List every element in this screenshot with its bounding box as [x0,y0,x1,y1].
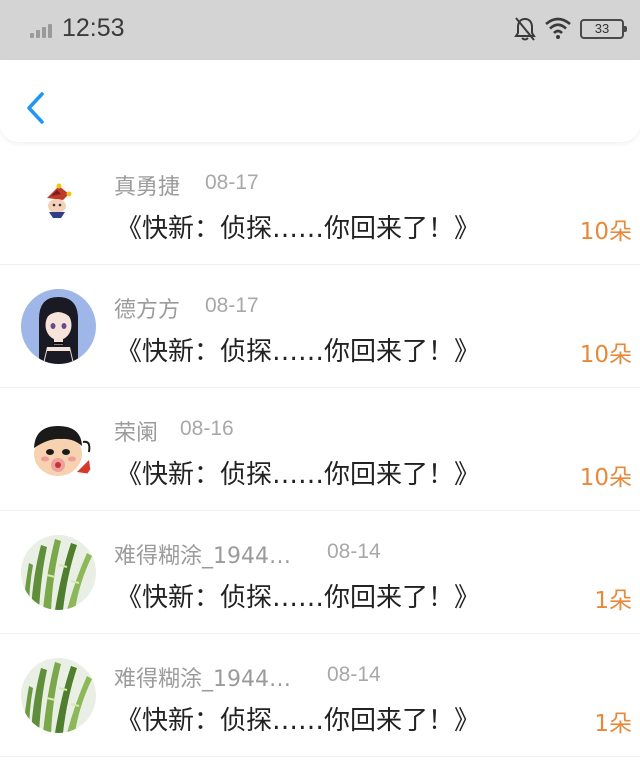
book-title: 《快新：侦探……你回来了！》 [116,460,481,490]
list-item[interactable]: 荣阑 08-16 《快新：侦探……你回来了！》 10朵 [0,388,640,511]
chevron-left-icon[interactable] [20,88,50,128]
sender-name: 难得糊涂_1944… [114,667,291,692]
sender-name: 真勇捷 [114,175,181,200]
send-date: 08-17 [205,294,259,317]
avatar[interactable] [21,289,96,364]
battery-icon: 33 [580,19,627,39]
send-date: 08-17 [205,171,259,194]
list-item[interactable]: 德方方 08-17 《快新：侦探……你回来了！》 10朵 [0,265,640,388]
avatar[interactable] [21,535,96,610]
sender-name: 荣阑 [114,421,159,446]
status-bar: 12:53 33 [0,0,640,60]
wifi-icon [545,17,571,39]
flower-count: 10朵 [579,465,632,491]
flower-count: 1朵 [594,588,632,614]
list-item[interactable]: 难得糊涂_1944… 08-14 《快新：侦探……你回来了！》 1朵 [0,511,640,634]
flower-count: 10朵 [579,219,632,245]
gift-list: 真勇捷 08-17 《快新：侦探……你回来了！》 10朵 德方方 08-17 《… [0,142,640,757]
book-title: 《快新：侦探……你回来了！》 [116,583,481,613]
avatar[interactable] [21,412,96,487]
send-date: 08-16 [180,417,234,440]
book-title: 《快新：侦探……你回来了！》 [116,706,481,736]
list-item[interactable]: 真勇捷 08-17 《快新：侦探……你回来了！》 10朵 [0,142,640,265]
sender-name: 德方方 [114,298,181,323]
avatar[interactable] [21,166,96,241]
flower-count: 1朵 [594,711,632,737]
book-title: 《快新：侦探……你回来了！》 [116,337,481,367]
send-date: 08-14 [327,540,381,563]
send-date: 08-14 [327,663,381,686]
nav-bar [0,60,640,142]
avatar[interactable] [21,658,96,733]
list-item[interactable]: 难得糊涂_1944… 08-14 《快新：侦探……你回来了！》 1朵 [0,634,640,757]
flower-count: 10朵 [579,342,632,368]
sender-name: 难得糊涂_1944… [114,544,291,569]
signal-icon [30,22,56,38]
bell-off-icon [514,17,536,41]
status-time: 12:53 [62,14,125,42]
book-title: 《快新：侦探……你回来了！》 [116,214,481,244]
